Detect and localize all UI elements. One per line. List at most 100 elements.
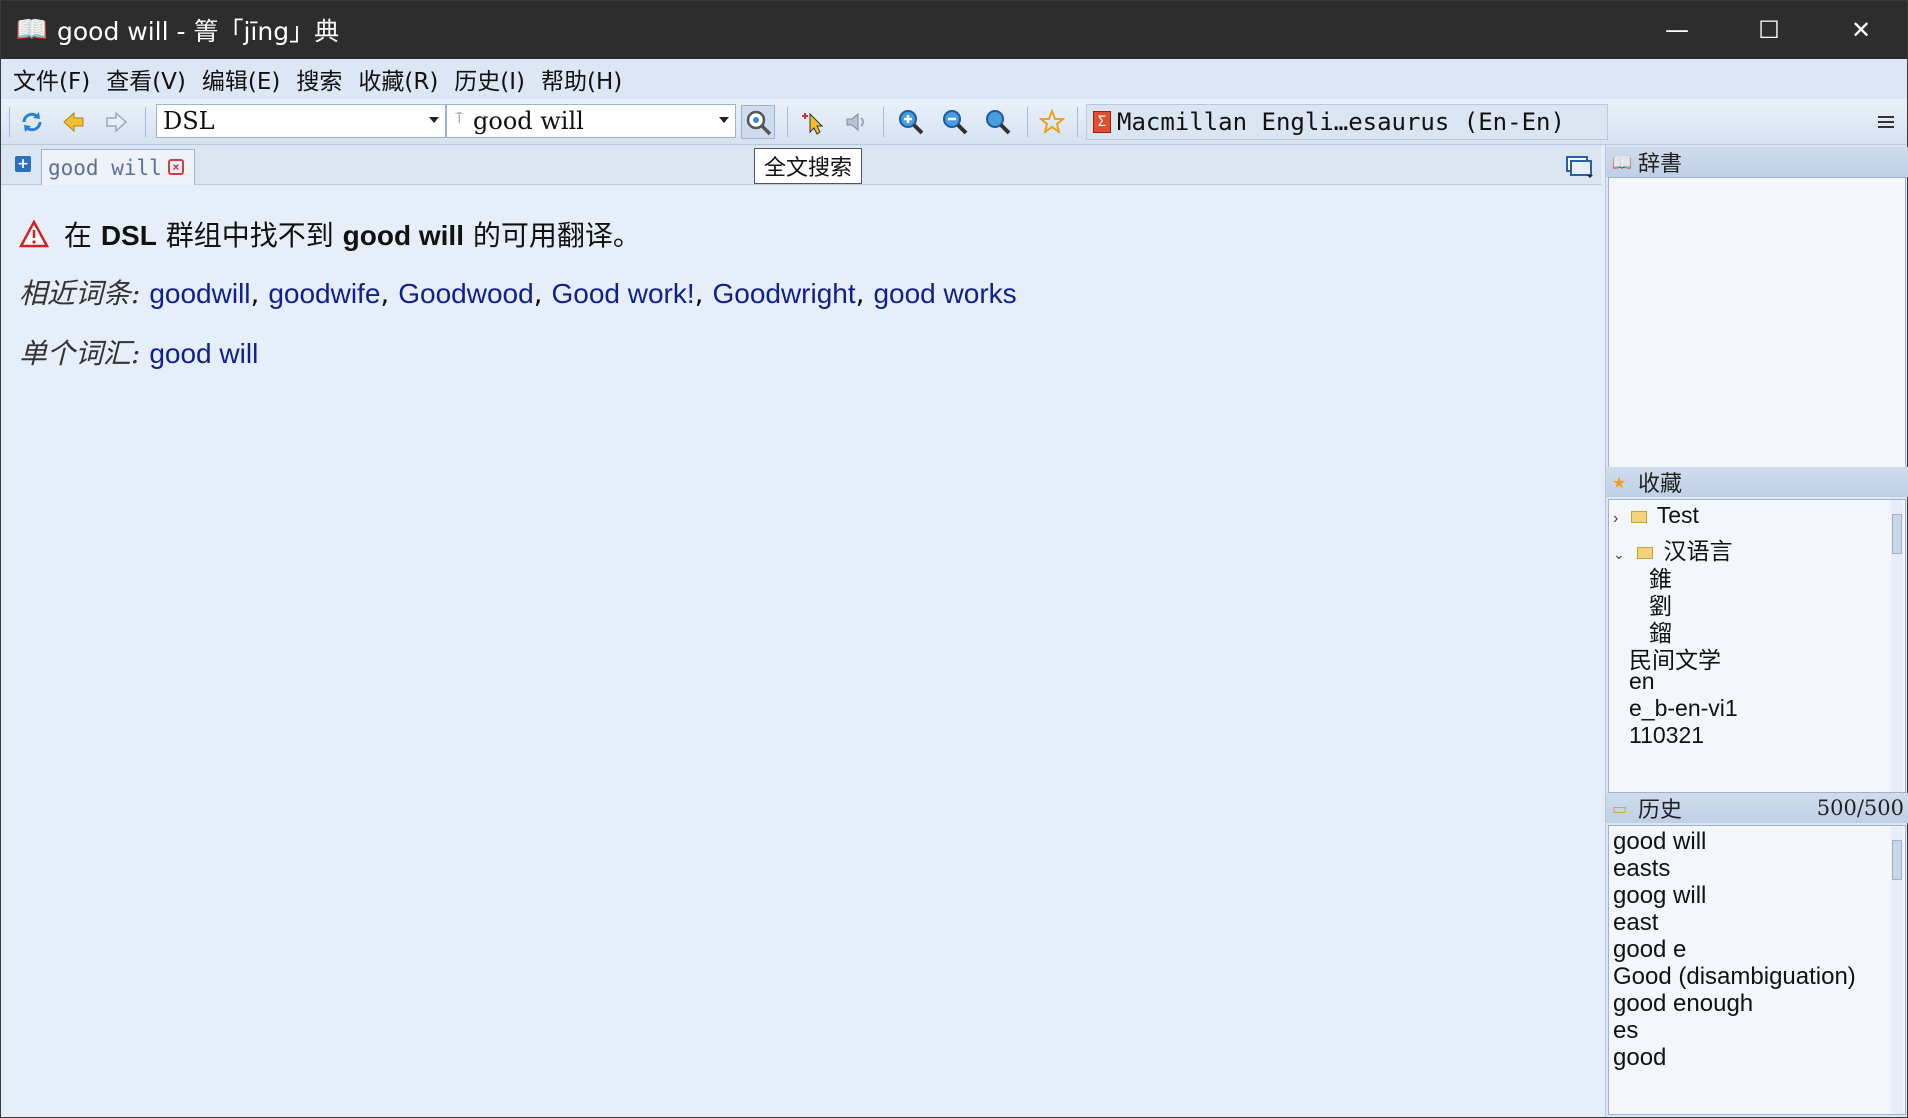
- chevron-down-icon: [719, 117, 729, 123]
- toolbar-separator: [1027, 107, 1028, 137]
- book-icon: 📖: [1612, 152, 1632, 172]
- favorites-folder-label: Test: [1656, 502, 1699, 528]
- history-item[interactable]: good will: [1613, 828, 1706, 856]
- close-tab-icon[interactable]: ×: [168, 159, 184, 175]
- favorites-item[interactable]: e_b-en-vi1: [1629, 695, 1738, 722]
- minimize-button[interactable]: —: [1631, 1, 1723, 59]
- dictionaries-panel-header[interactable]: 📖 辞書: [1606, 147, 1908, 177]
- fulltext-search-button[interactable]: [741, 105, 775, 139]
- single-words-line: 单个词汇: good will: [19, 332, 258, 372]
- search-input[interactable]: ⍑ good will: [446, 104, 736, 138]
- forward-arrow-icon[interactable]: [99, 105, 133, 139]
- similar-word-link[interactable]: good works: [873, 278, 1016, 309]
- history-item[interactable]: east: [1613, 909, 1658, 937]
- scan-popup-icon[interactable]: [797, 105, 831, 139]
- history-panel-header[interactable]: ▭ 历史 500/500: [1606, 793, 1908, 823]
- similar-word-link[interactable]: Goodwood: [398, 278, 533, 309]
- refresh-icon[interactable]: [15, 105, 49, 139]
- menu-help[interactable]: 帮助(H): [533, 62, 630, 96]
- history-panel-title: 历史: [1638, 798, 1683, 823]
- menu-bar: 文件(F) 查看(V) 编辑(E) 搜索 收藏(R) 历史(I) 帮助(H): [1, 59, 1907, 99]
- toolbar-separator: [883, 107, 884, 137]
- current-dictionary-box[interactable]: Σ Macmillan Engli…esaurus (En-En): [1086, 104, 1608, 140]
- add-favorite-star-icon[interactable]: [1035, 105, 1069, 139]
- tab-label: good will: [48, 155, 162, 180]
- history-item[interactable]: goog will: [1613, 882, 1706, 910]
- back-arrow-icon[interactable]: [57, 105, 91, 139]
- single-word-link[interactable]: good will: [149, 338, 258, 369]
- group-name: DSL: [100, 220, 157, 251]
- similar-word-link[interactable]: Good work!: [551, 278, 694, 309]
- toolbar-grip: [9, 107, 10, 137]
- toolbar-separator: [787, 107, 788, 137]
- folder-icon: ▭: [1612, 798, 1628, 818]
- history-item[interactable]: es: [1613, 1017, 1638, 1045]
- menu-search[interactable]: 搜索: [288, 62, 350, 96]
- similar-words-label: 相近词条:: [19, 277, 141, 310]
- history-item[interactable]: good enough: [1613, 990, 1753, 1018]
- history-item[interactable]: good: [1613, 1044, 1666, 1072]
- chevron-right-icon: ›: [1613, 510, 1619, 527]
- similar-word-link[interactable]: Goodwright: [712, 278, 855, 309]
- tab-list-icon[interactable]: [1565, 153, 1593, 178]
- folder-icon: [1630, 511, 1647, 523]
- maximize-button[interactable]: ☐: [1723, 1, 1815, 59]
- favorites-folder-label: 汉语言: [1663, 538, 1733, 564]
- zoom-in-icon[interactable]: [894, 105, 928, 139]
- tab-good-will[interactable]: good will ×: [41, 149, 195, 185]
- scrollbar-thumb[interactable]: [1892, 840, 1902, 880]
- scrollbar-thumb[interactable]: [1892, 514, 1902, 554]
- chevron-down-icon: [429, 117, 439, 123]
- history-count: 500/500: [1816, 796, 1904, 820]
- favorites-folder[interactable]: › Test: [1613, 502, 1699, 529]
- similar-words-line: 相近词条: goodwill, goodwife, Goodwood, Good…: [19, 277, 1017, 310]
- chevron-down-icon: ⌄: [1613, 546, 1625, 562]
- close-button[interactable]: ✕: [1815, 1, 1907, 59]
- single-words-label: 单个词汇:: [19, 337, 141, 370]
- current-dictionary-label: Macmillan Engli…esaurus (En-En): [1117, 108, 1565, 136]
- favorites-item[interactable]: en: [1629, 668, 1655, 695]
- menu-edit[interactable]: 编辑(E): [194, 62, 288, 96]
- toolbar: DSL ⍑ good will Σ Macmillan Engli…esauru…: [1, 99, 1907, 145]
- history-list[interactable]: good will easts goog will east good e Go…: [1608, 825, 1906, 1115]
- toolbar-separator: [145, 107, 146, 137]
- menu-favorites[interactable]: 收藏(R): [350, 62, 446, 96]
- not-found-prefix: 在: [63, 219, 92, 252]
- menu-view[interactable]: 查看(V): [98, 62, 194, 96]
- menu-list-icon[interactable]: [1869, 105, 1903, 139]
- menu-file[interactable]: 文件(F): [5, 62, 98, 96]
- new-tab-plus-icon[interactable]: +: [15, 156, 31, 172]
- dictionaries-panel-title: 辞書: [1638, 152, 1683, 177]
- menu-history[interactable]: 历史(I): [446, 62, 533, 96]
- history-scrollbar[interactable]: [1891, 826, 1903, 1114]
- pin-icon: ⍑: [455, 111, 464, 127]
- speaker-icon[interactable]: [839, 105, 873, 139]
- not-found-middle: 群组中找不到: [165, 219, 334, 252]
- not-found-suffix: 的可用翻译。: [472, 219, 641, 252]
- similar-word-link[interactable]: goodwill: [149, 278, 250, 309]
- history-item[interactable]: good e: [1613, 936, 1686, 964]
- not-found-message: 在 DSL 群组中找不到 good will 的可用翻译。: [18, 214, 641, 255]
- article-view: 在 DSL 群组中找不到 good will 的可用翻译。 相近词条: good…: [5, 186, 1601, 1116]
- favorites-item[interactable]: 110321: [1629, 722, 1704, 749]
- favorites-tree[interactable]: › Test ⌄ 汉语言 錐 劉 鎦 民间文学 en e_b-en-vi1 11…: [1608, 499, 1906, 793]
- history-item[interactable]: Good (disambiguation): [1613, 963, 1856, 991]
- star-icon: ★: [1612, 472, 1627, 492]
- similar-word-link[interactable]: goodwife: [268, 278, 380, 309]
- zoom-out-icon[interactable]: [938, 105, 972, 139]
- folder-icon: [1637, 547, 1654, 559]
- group-select[interactable]: DSL: [156, 104, 446, 138]
- history-item[interactable]: easts: [1613, 855, 1670, 883]
- favorites-scrollbar[interactable]: [1891, 500, 1903, 792]
- query-word: good will: [342, 220, 464, 251]
- zoom-reset-icon[interactable]: [981, 105, 1015, 139]
- search-input-value: good will: [473, 107, 584, 135]
- toolbar-separator: [1077, 107, 1078, 137]
- window-title: good will - 箐「jīng」典: [57, 17, 340, 46]
- title-bar: 📖 good will - 箐「jīng」典 — ☐ ✕: [1, 1, 1907, 59]
- favorites-folder[interactable]: ⌄ 汉语言: [1613, 532, 1733, 566]
- favorites-panel-header[interactable]: ★ 收藏: [1606, 467, 1908, 497]
- dictionaries-list[interactable]: [1608, 177, 1906, 469]
- fulltext-search-tooltip: 全文搜索: [754, 148, 862, 184]
- favorites-panel-title: 收藏: [1638, 472, 1683, 497]
